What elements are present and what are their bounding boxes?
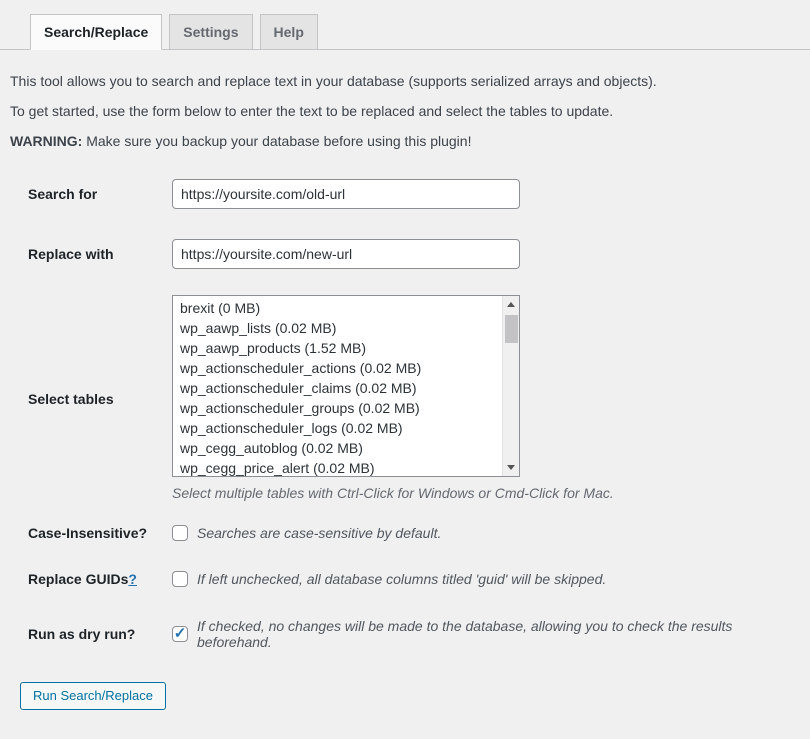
table-option[interactable]: brexit (0 MB) bbox=[173, 298, 519, 318]
table-option[interactable]: wp_cegg_autoblog (0.02 MB) bbox=[173, 438, 519, 458]
dry-run-checkbox[interactable]: ✓ bbox=[172, 626, 188, 642]
table-option[interactable]: wp_aawp_products (1.52 MB) bbox=[173, 338, 519, 358]
dry-run-label: Run as dry run? bbox=[0, 626, 172, 642]
tables-help-text: Select multiple tables with Ctrl-Click f… bbox=[172, 483, 614, 503]
tables-listbox[interactable]: brexit (0 MB) wp_aawp_lists (0.02 MB) wp… bbox=[172, 295, 520, 477]
table-option[interactable]: wp_actionscheduler_actions (0.02 MB) bbox=[173, 358, 519, 378]
select-tables-label: Select tables bbox=[0, 391, 172, 407]
select-tables-col: brexit (0 MB) wp_aawp_lists (0.02 MB) wp… bbox=[172, 295, 614, 503]
table-option[interactable]: wp_actionscheduler_claims (0.02 MB) bbox=[173, 378, 519, 398]
replace-guids-label-text: Replace GUIDs bbox=[28, 571, 128, 587]
intro-section: This tool allows you to search and repla… bbox=[0, 50, 810, 151]
scrollbar-thumb[interactable] bbox=[505, 315, 518, 343]
select-tables-row: Select tables brexit (0 MB) wp_aawp_list… bbox=[0, 295, 810, 503]
dry-run-help: If checked, no changes will be made to t… bbox=[197, 618, 810, 650]
dry-run-row: Run as dry run? ✓ If checked, no changes… bbox=[0, 618, 810, 650]
scroll-down-arrow-icon[interactable] bbox=[503, 459, 520, 476]
case-insensitive-label: Case-Insensitive? bbox=[0, 525, 172, 541]
replace-with-label: Replace with bbox=[0, 246, 172, 262]
table-option[interactable]: wp_aawp_lists (0.02 MB) bbox=[173, 318, 519, 338]
replace-guids-help: If left unchecked, all database columns … bbox=[197, 571, 606, 587]
case-insensitive-row: Case-Insensitive? ✓ Searches are case-se… bbox=[0, 525, 810, 541]
replace-guids-checkbox[interactable]: ✓ bbox=[172, 571, 188, 587]
tab-bar: Search/Replace Settings Help bbox=[0, 0, 810, 50]
tab-settings[interactable]: Settings bbox=[169, 14, 252, 50]
search-replace-form: Search for Replace with Select tables br… bbox=[0, 179, 810, 650]
intro-line-1: This tool allows you to search and repla… bbox=[10, 71, 800, 91]
replace-with-input[interactable] bbox=[172, 239, 520, 269]
replace-with-row: Replace with bbox=[0, 239, 810, 269]
guid-help-link[interactable]: ? bbox=[128, 571, 137, 587]
intro-line-2: To get started, use the form below to en… bbox=[10, 101, 800, 121]
listbox-scrollbar[interactable] bbox=[502, 296, 519, 476]
tab-search-replace[interactable]: Search/Replace bbox=[30, 14, 162, 50]
table-option[interactable]: wp_actionscheduler_groups (0.02 MB) bbox=[173, 398, 519, 418]
run-search-replace-button[interactable]: Run Search/Replace bbox=[20, 682, 166, 710]
replace-guids-row: Replace GUIDs? ✓ If left unchecked, all … bbox=[0, 571, 810, 587]
scroll-up-arrow-icon[interactable] bbox=[503, 296, 520, 313]
tab-help[interactable]: Help bbox=[260, 14, 318, 50]
replace-guids-label: Replace GUIDs? bbox=[0, 571, 172, 587]
search-for-input[interactable] bbox=[172, 179, 520, 209]
warning-line: WARNING: Make sure you backup your datab… bbox=[10, 131, 800, 151]
case-insensitive-help: Searches are case-sensitive by default. bbox=[197, 525, 441, 541]
tables-list: brexit (0 MB) wp_aawp_lists (0.02 MB) wp… bbox=[173, 296, 519, 477]
search-for-row: Search for bbox=[0, 179, 810, 209]
warning-text: Make sure you backup your database befor… bbox=[82, 133, 471, 149]
table-option[interactable]: wp_cegg_price_alert (0.02 MB) bbox=[173, 458, 519, 477]
case-insensitive-checkbox[interactable]: ✓ bbox=[172, 525, 188, 541]
search-for-label: Search for bbox=[0, 186, 172, 202]
checkmark-icon: ✓ bbox=[174, 626, 187, 641]
table-option[interactable]: wp_actionscheduler_logs (0.02 MB) bbox=[173, 418, 519, 438]
warning-label: WARNING: bbox=[10, 133, 82, 149]
